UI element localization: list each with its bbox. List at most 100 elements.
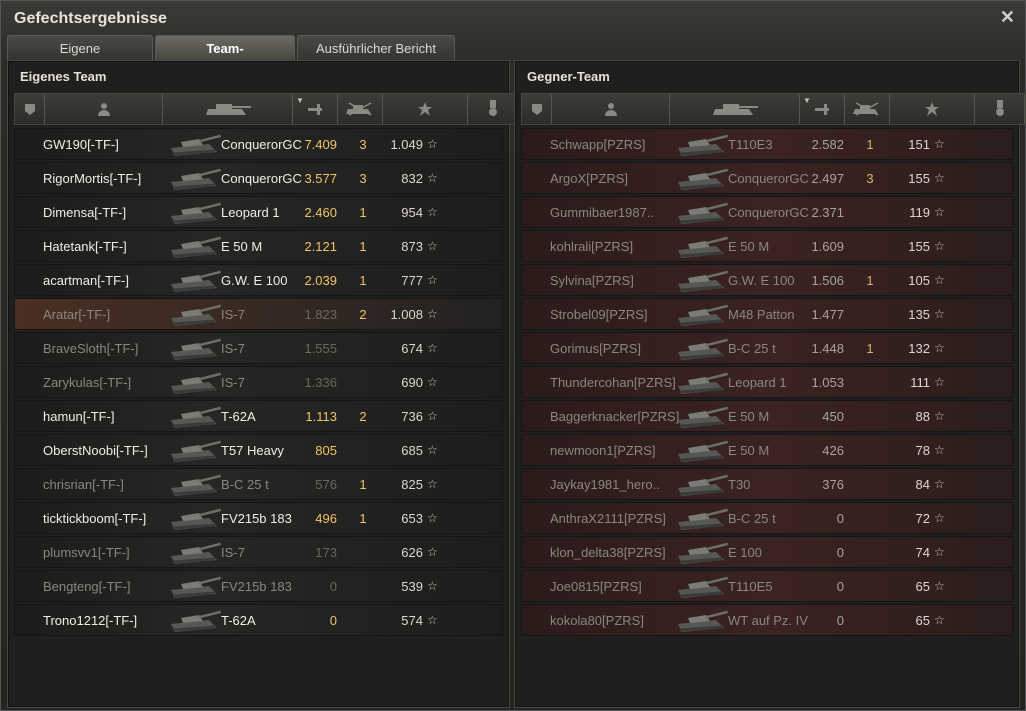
player-row[interactable]: Jaykay1981_hero.. T30 376 84 ☆ (521, 468, 1013, 500)
player-name: kokola80[PZRS] (550, 612, 644, 628)
player-row[interactable]: RigorMortis[-TF-] ConquerorGC 3.577 3 832 ☆ (14, 162, 503, 194)
tank-icon[interactable] (670, 94, 800, 124)
star-icon: ☆ (934, 443, 945, 457)
player-name: GW190[-TF-] (43, 136, 119, 152)
player-row[interactable]: kohlrali[PZRS] E 50 M 1.609 155 ☆ (521, 230, 1013, 262)
kills-value: 1 (866, 272, 874, 288)
player-name: kohlrali[PZRS] (550, 238, 634, 254)
star-icon: ☆ (934, 137, 945, 151)
tank-icon (167, 504, 223, 534)
platoon-icon[interactable] (522, 94, 552, 124)
damage-value: 1.448 (811, 340, 844, 356)
tab-detailed-report[interactable]: Ausführlicher Bericht (297, 35, 455, 60)
player-name: acartman[-TF-] (43, 272, 129, 288)
tank-name: T-62A (221, 612, 256, 628)
xp-value: 78 (915, 442, 930, 458)
medal-icon[interactable] (975, 94, 1025, 124)
player-row[interactable]: Strobel09[PZRS] M48 Patton 1.477 135 ☆ (521, 298, 1013, 330)
xp-star-icon[interactable] (890, 94, 975, 124)
kills-value: 1 (866, 136, 874, 152)
player-row[interactable]: chrisrian[-TF-] B-C 25 t 576 1 825 ☆ (14, 468, 503, 500)
player-row[interactable]: Hatetank[-TF-] E 50 M 2.121 1 873 ☆ (14, 230, 503, 262)
star-icon: ☆ (934, 239, 945, 253)
player-row[interactable]: Gummibaer1987.. ConquerorGC 2.371 119 ☆ (521, 196, 1013, 228)
tank-name: B-C 25 t (728, 510, 776, 526)
player-row[interactable]: kokola80[PZRS] WT auf Pz. IV 0 65 ☆ (521, 604, 1013, 636)
player-icon[interactable] (45, 94, 163, 124)
player-row[interactable]: Thundercohan[PZRS] Leopard 1 1.053 111 ☆ (521, 366, 1013, 398)
player-row[interactable]: Zarykulas[-TF-] IS-7 1.336 690 ☆ (14, 366, 503, 398)
player-row[interactable]: Joe0815[PZRS] T110E5 0 65 ☆ (521, 570, 1013, 602)
star-icon: ☆ (934, 273, 945, 287)
xp-value: 119 (909, 204, 930, 220)
player-row[interactable]: Schwapp[PZRS] T110E3 2.582 1 151 ☆ (521, 128, 1013, 160)
close-icon[interactable]: ✕ (1000, 7, 1015, 28)
xp-value: 832 (401, 170, 423, 186)
player-row[interactable]: hamun[-TF-] T-62A 1.113 2 736 ☆ (14, 400, 503, 432)
damage-value: 376 (822, 476, 844, 492)
tank-name: Leopard 1 (221, 204, 280, 220)
player-name: OberstNoobi[-TF-] (43, 442, 148, 458)
medal-icon[interactable] (468, 94, 518, 124)
xp-value: 65 (915, 578, 930, 594)
tank-icon (167, 606, 223, 636)
tab-bar: Eigene Auswertung Team-Auswertung Ausfüh… (7, 35, 457, 81)
damage-value: 1.336 (304, 374, 337, 390)
player-row[interactable]: AnthraX2111[PZRS] B-C 25 t 0 72 ☆ (521, 502, 1013, 534)
tank-icon[interactable] (163, 94, 293, 124)
player-name: chrisrian[-TF-] (43, 476, 124, 492)
player-row[interactable]: Gorimus[PZRS] B-C 25 t 1.448 1 132 ☆ (521, 332, 1013, 364)
player-row[interactable]: Bengteng[-TF-] FV215b 183 0 539 ☆ (14, 570, 503, 602)
tank-name: T110E5 (728, 578, 773, 594)
player-row[interactable]: acartman[-TF-] G.W. E 100 2.039 1 777 ☆ (14, 264, 503, 296)
tab-own-evaluation[interactable]: Eigene Auswertung (7, 35, 153, 81)
tank-name: FV215b 183 (221, 578, 292, 594)
xp-value: 685 (401, 442, 423, 458)
player-row[interactable]: Trono1212[-TF-] T-62A 0 574 ☆ (14, 604, 503, 636)
player-row[interactable]: ArgoX[PZRS] ConquerorGC 2.497 3 155 ☆ (521, 162, 1013, 194)
xp-value: 1.008 (390, 306, 423, 322)
tank-name: E 100 (728, 544, 762, 560)
player-row[interactable]: ticktickboom[-TF-] FV215b 183 496 1 653 ☆ (14, 502, 503, 534)
star-icon: ☆ (934, 205, 945, 219)
player-row[interactable]: plumsvv1[-TF-] IS-7 173 626 ☆ (14, 536, 503, 568)
damage-value: 173 (315, 544, 337, 560)
damage-icon[interactable]: ▼ (800, 94, 845, 124)
damage-value: 1.053 (811, 374, 844, 390)
star-icon: ☆ (934, 341, 945, 355)
tank-name: IS-7 (221, 340, 245, 356)
player-icon[interactable] (552, 94, 670, 124)
player-row[interactable]: OberstNoobi[-TF-] T57 Heavy 805 685 ☆ (14, 434, 503, 466)
platoon-icon[interactable] (15, 94, 45, 124)
player-row[interactable]: Baggerknacker[PZRS] E 50 M 450 88 ☆ (521, 400, 1013, 432)
star-icon: ☆ (934, 545, 945, 559)
kills-icon[interactable] (845, 94, 890, 124)
xp-value: 825 (401, 476, 423, 492)
tank-icon (674, 266, 730, 296)
star-icon: ☆ (427, 613, 438, 627)
kills-value: 1 (866, 340, 874, 356)
star-icon: ☆ (934, 477, 945, 491)
kills-icon[interactable] (338, 94, 383, 124)
player-row[interactable]: GW190[-TF-] ConquerorGC 7.409 3 1.049 ☆ (14, 128, 503, 160)
player-name: klon_delta38[PZRS] (550, 544, 666, 560)
tank-icon (674, 402, 730, 432)
damage-value: 0 (329, 612, 337, 628)
enemy-team-title: Gegner-Team (527, 69, 610, 84)
player-row[interactable]: BraveSloth[-TF-] IS-7 1.555 674 ☆ (14, 332, 503, 364)
star-icon: ☆ (934, 579, 945, 593)
tab-team-evaluation[interactable]: Team-Auswertung (155, 35, 295, 81)
xp-star-icon[interactable] (383, 94, 468, 124)
tank-name: T110E3 (728, 136, 773, 152)
xp-value: 653 (401, 510, 423, 526)
star-icon: ☆ (934, 511, 945, 525)
kills-value: 3 (359, 136, 367, 152)
player-row[interactable]: Dimensa[-TF-] Leopard 1 2.460 1 954 ☆ (14, 196, 503, 228)
player-row[interactable]: newmoon1[PZRS] E 50 M 426 78 ☆ (521, 434, 1013, 466)
tank-icon (167, 538, 223, 568)
damage-icon[interactable]: ▼ (293, 94, 338, 124)
player-row[interactable]: Aratar[-TF-] IS-7 1.823 2 1.008 ☆ (14, 298, 503, 330)
player-row[interactable]: Sylvina[PZRS] G.W. E 100 1.506 1 105 ☆ (521, 264, 1013, 296)
tank-icon (167, 198, 223, 228)
player-row[interactable]: klon_delta38[PZRS] E 100 0 74 ☆ (521, 536, 1013, 568)
